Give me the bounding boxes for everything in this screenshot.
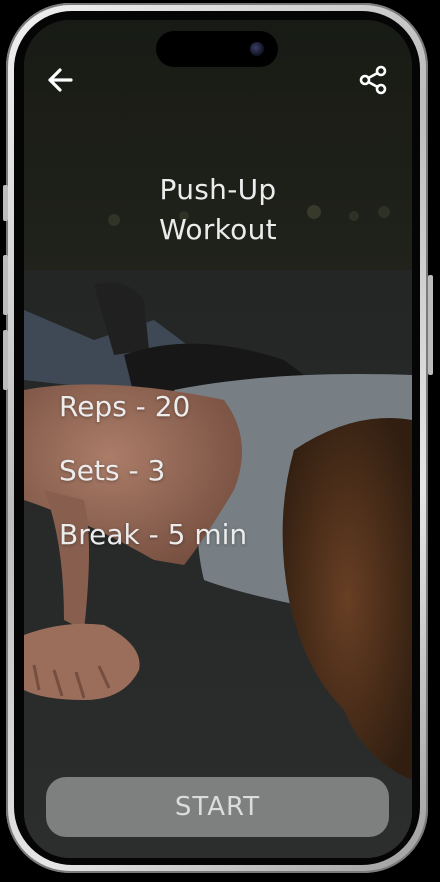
action-button (3, 185, 8, 221)
share-icon (359, 65, 387, 95)
workout-title-line2: Workout (159, 213, 277, 246)
volume-up-button (3, 255, 8, 315)
workout-title: Push-Up Workout (24, 170, 412, 250)
break-label: Break - 5 min (59, 518, 248, 551)
workout-background-image (24, 20, 412, 858)
front-camera-icon (250, 42, 264, 56)
share-button[interactable] (353, 60, 393, 100)
stage: Push-Up Workout Reps - 20 Sets - 3 Break… (0, 0, 440, 882)
app-screen: Push-Up Workout Reps - 20 Sets - 3 Break… (24, 20, 412, 858)
start-button[interactable]: START (46, 777, 389, 837)
volume-down-button (3, 330, 8, 390)
sets-label: Sets - 3 (59, 454, 166, 487)
back-button[interactable] (39, 60, 79, 100)
arrow-left-icon (48, 68, 73, 92)
reps-label: Reps - 20 (59, 390, 191, 423)
dynamic-island (156, 31, 278, 67)
power-button (428, 275, 433, 375)
workout-title-line1: Push-Up (159, 173, 277, 206)
